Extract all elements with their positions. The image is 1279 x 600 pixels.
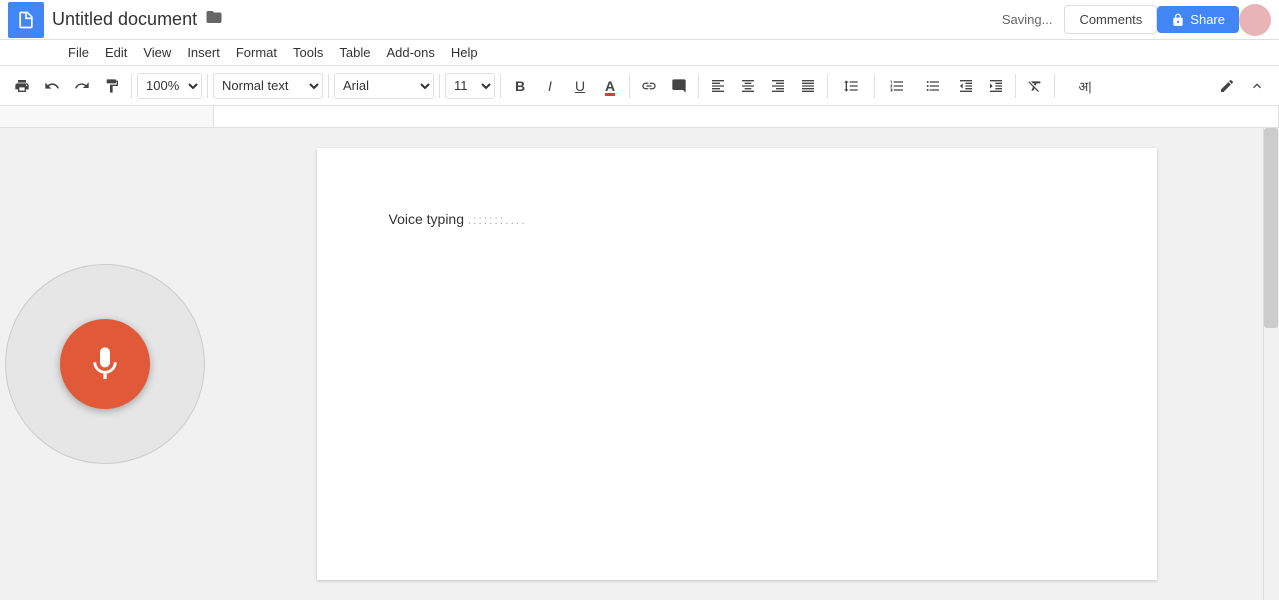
align-center-button[interactable] xyxy=(734,72,762,100)
menu-addons[interactable]: Add-ons xyxy=(378,42,442,63)
font-size-select[interactable]: 8 9 10 11 12 14 18 24 36 xyxy=(445,73,495,99)
comment-button[interactable] xyxy=(665,72,693,100)
text-color-button[interactable]: A xyxy=(596,72,624,100)
italic-button[interactable]: I xyxy=(536,72,564,100)
comments-button[interactable]: Comments xyxy=(1064,5,1157,34)
divider4 xyxy=(439,74,440,98)
app-icon xyxy=(8,2,44,38)
voice-circle xyxy=(5,264,205,464)
zoom-select[interactable]: 100% 75% 50% 125% 150% xyxy=(137,73,202,99)
ruler-inner xyxy=(213,106,1279,127)
underline-button[interactable]: U xyxy=(566,72,594,100)
menu-tools[interactable]: Tools xyxy=(285,42,331,63)
bold-button[interactable]: B xyxy=(506,72,534,100)
voice-text: Voice typing xyxy=(389,211,468,227)
voice-panel xyxy=(0,128,210,600)
divider9 xyxy=(874,74,875,98)
menu-view[interactable]: View xyxy=(135,42,179,63)
toolbar: 100% 75% 50% 125% 150% Normal text Headi… xyxy=(0,66,1279,106)
menu-edit[interactable]: Edit xyxy=(97,42,135,63)
folder-icon[interactable] xyxy=(205,8,223,31)
align-right-button[interactable] xyxy=(764,72,792,100)
divider1 xyxy=(131,74,132,98)
doc-page: Voice typing .::::::.... xyxy=(317,148,1157,580)
share-button[interactable]: Share xyxy=(1157,6,1239,33)
doc-title[interactable]: Untitled document xyxy=(52,9,197,30)
divider10 xyxy=(1015,74,1016,98)
scrollbar[interactable] xyxy=(1263,128,1279,600)
mic-button[interactable] xyxy=(60,319,150,409)
menu-bar: File Edit View Insert Format Tools Table… xyxy=(0,40,1279,66)
divider8 xyxy=(827,74,828,98)
divider7 xyxy=(698,74,699,98)
undo-button[interactable] xyxy=(38,72,66,100)
link-button[interactable] xyxy=(635,72,663,100)
unordered-list-button[interactable] xyxy=(916,72,950,100)
ordered-list-button[interactable] xyxy=(880,72,914,100)
top-bar: Untitled document Saving... Comments Sha… xyxy=(0,0,1279,40)
divider5 xyxy=(500,74,501,98)
user-avatar[interactable] xyxy=(1239,4,1271,36)
scrollbar-thumb[interactable] xyxy=(1264,128,1278,328)
line-spacing-button[interactable] xyxy=(833,72,869,100)
menu-file[interactable]: File xyxy=(60,42,97,63)
menu-format[interactable]: Format xyxy=(228,42,285,63)
style-select[interactable]: Normal text Heading 1 Heading 2 Heading … xyxy=(213,73,323,99)
doc-area[interactable]: Voice typing .::::::.... xyxy=(210,128,1263,600)
ruler xyxy=(0,106,1279,128)
divider11 xyxy=(1054,74,1055,98)
divider6 xyxy=(629,74,630,98)
divider3 xyxy=(328,74,329,98)
print-button[interactable] xyxy=(8,72,36,100)
menu-help[interactable]: Help xyxy=(443,42,486,63)
menu-insert[interactable]: Insert xyxy=(179,42,228,63)
pen-button[interactable] xyxy=(1213,72,1241,100)
doc-content[interactable]: Voice typing .::::::.... xyxy=(389,208,1085,230)
divider2 xyxy=(207,74,208,98)
paint-format-button[interactable] xyxy=(98,72,126,100)
saving-status: Saving... xyxy=(1002,12,1053,27)
decrease-indent-button[interactable] xyxy=(952,72,980,100)
voice-cursor: .::::::.... xyxy=(468,211,527,230)
clear-formatting-button[interactable] xyxy=(1021,72,1049,100)
share-label: Share xyxy=(1190,12,1225,27)
input-tools-button[interactable]: अ| xyxy=(1060,72,1110,100)
increase-indent-button[interactable] xyxy=(982,72,1010,100)
align-left-button[interactable] xyxy=(704,72,732,100)
collapse-toolbar-button[interactable] xyxy=(1243,72,1271,100)
redo-button[interactable] xyxy=(68,72,96,100)
font-select[interactable]: Arial Times New Roman Courier New xyxy=(334,73,434,99)
justify-button[interactable] xyxy=(794,72,822,100)
main-content: Voice typing .::::::.... xyxy=(0,128,1279,600)
menu-table[interactable]: Table xyxy=(331,42,378,63)
